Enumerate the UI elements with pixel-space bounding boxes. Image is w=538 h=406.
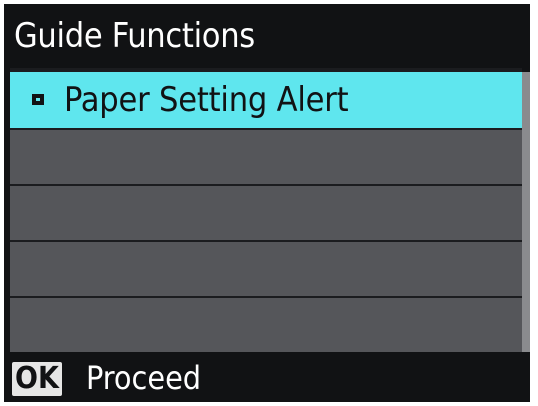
- menu-item-paper-setting-alert[interactable]: Paper Setting Alert: [10, 72, 522, 128]
- footer-bar: OK Proceed: [4, 354, 530, 402]
- menu-item-empty: [10, 242, 522, 296]
- selection-bullet-icon: [32, 94, 44, 105]
- proceed-label: Proceed: [86, 359, 202, 397]
- menu-item-empty: [10, 130, 522, 184]
- menu-item-empty: [10, 186, 522, 240]
- menu-item-empty: [10, 298, 522, 352]
- scrollbar-thumb[interactable]: [522, 72, 530, 352]
- menu-list: Paper Setting Alert: [10, 68, 522, 352]
- lcd-screen: Guide Functions Paper Setting Alert OK P…: [4, 4, 530, 402]
- ok-button-icon[interactable]: OK: [12, 362, 62, 396]
- scrollbar[interactable]: [522, 72, 530, 352]
- screen-title: Guide Functions: [4, 4, 530, 68]
- menu-item-label: Paper Setting Alert: [64, 80, 349, 120]
